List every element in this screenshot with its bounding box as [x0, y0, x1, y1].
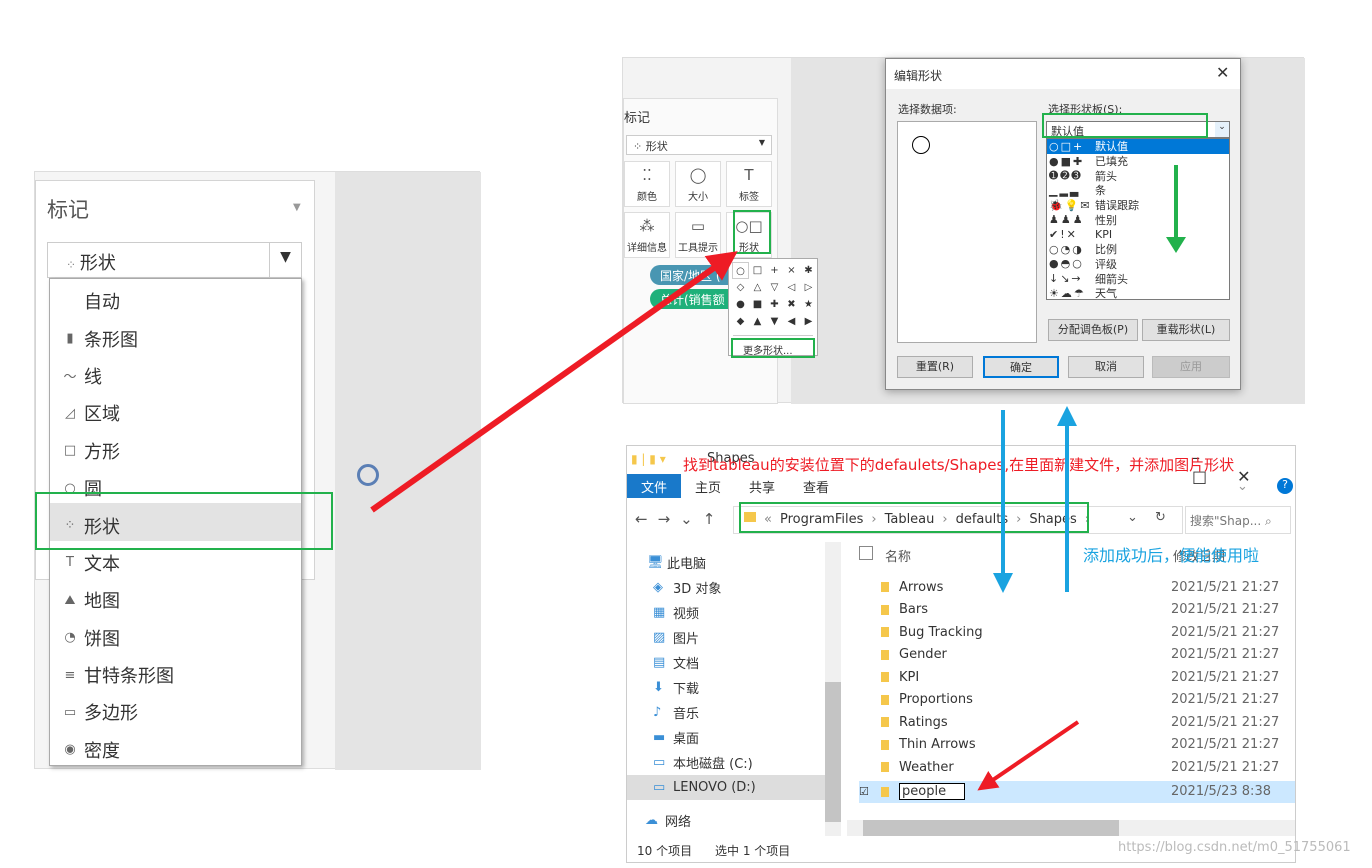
annotation-arrows [370, 165, 1186, 791]
red-arrow [370, 251, 738, 513]
watermark: https://blog.csdn.net/m0_51755061 [1118, 840, 1351, 855]
red-arrow [977, 720, 1080, 791]
